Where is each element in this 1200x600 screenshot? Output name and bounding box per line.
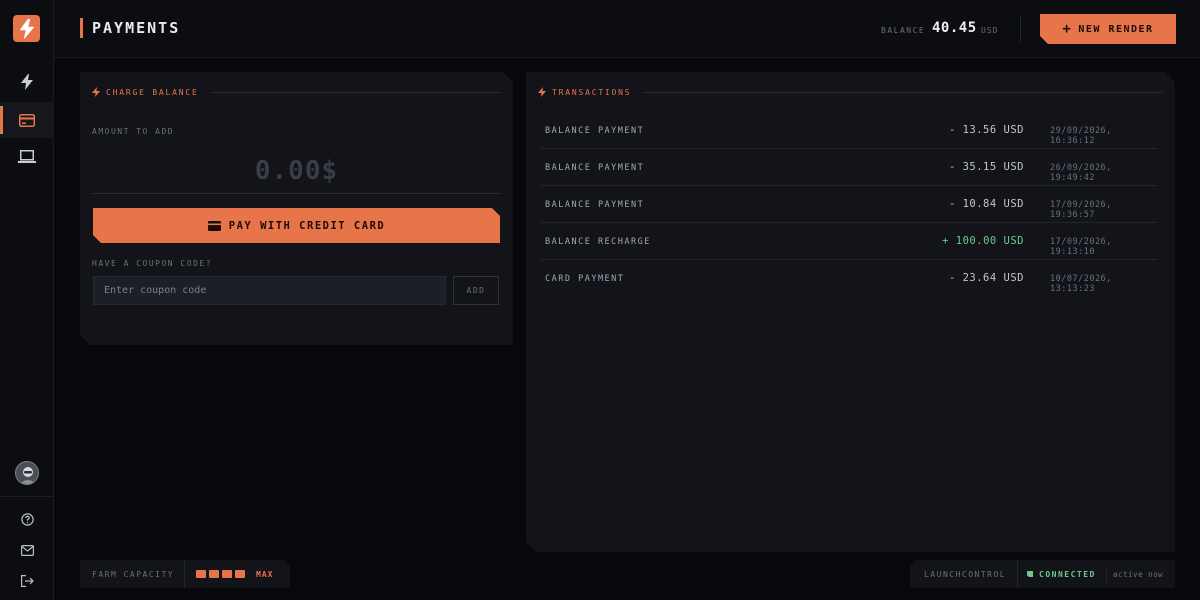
farm-capacity-label: FARM CAPACITY (92, 570, 175, 579)
farm-capacity-meter (196, 570, 245, 578)
amount-input[interactable]: 0.00$ (80, 156, 513, 186)
amount-divider (92, 193, 501, 194)
status-divider (1106, 566, 1107, 582)
new-render-button[interactable]: + NEW RENDER (1040, 14, 1176, 44)
amount-label: AMOUNT TO ADD (92, 127, 175, 136)
capacity-block (222, 570, 232, 578)
launchcontrol-label: LAUNCHCONTROL (924, 570, 1007, 579)
coupon-code-input[interactable] (93, 276, 446, 305)
transaction-date: 17/09/2026, 19:36:57 (1050, 200, 1112, 220)
transaction-amount: - 23.64 USD (948, 272, 1024, 284)
balance-value: 40.45 (932, 20, 977, 36)
credit-card-icon (19, 113, 35, 127)
page-title: PAYMENTS (92, 19, 181, 37)
connection-status: CONNECTED (1039, 570, 1096, 579)
transaction-row[interactable]: BALANCE PAYMENT - 13.56 USD 29/09/2026, … (540, 112, 1157, 149)
avatar[interactable] (15, 461, 39, 485)
transaction-type: BALANCE PAYMENT (545, 200, 645, 210)
transaction-amount: - 13.56 USD (948, 124, 1024, 136)
charge-balance-title: CHARGE BALANCE (106, 87, 199, 97)
transaction-type: CARD PAYMENT (545, 274, 625, 284)
transaction-row[interactable]: CARD PAYMENT - 23.64 USD 10/07/2026, 13:… (540, 260, 1157, 297)
transaction-row[interactable]: BALANCE PAYMENT - 10.84 USD 17/09/2026, … (540, 186, 1157, 223)
mail-icon (20, 544, 34, 556)
farm-capacity-widget: FARM CAPACITY MAX (80, 560, 290, 588)
add-coupon-button[interactable]: ADD (453, 276, 499, 305)
coupon-label: HAVE A COUPON CODE? (92, 259, 213, 268)
logout-button[interactable] (19, 573, 35, 589)
transaction-date: 26/09/2026, 19:49:42 (1050, 163, 1112, 183)
lightning-bolt-icon (19, 18, 35, 39)
capacity-block (196, 570, 206, 578)
transaction-date: 17/09/2026, 19:13:10 (1050, 237, 1112, 257)
transaction-date: 10/07/2026, 13:13:23 (1050, 274, 1112, 294)
capacity-block (209, 570, 219, 578)
logout-icon (20, 575, 34, 587)
transaction-amount: - 10.84 USD (948, 198, 1024, 210)
header-rule (211, 92, 501, 93)
farm-capacity-level: MAX (256, 570, 274, 579)
lightning-icon (538, 87, 546, 97)
header-divider (1020, 16, 1021, 42)
transaction-row[interactable]: BALANCE PAYMENT - 35.15 USD 26/09/2026, … (540, 149, 1157, 186)
charge-balance-panel: CHARGE BALANCE AMOUNT TO ADD 0.00$ PAY W… (80, 72, 513, 345)
transaction-row[interactable]: BALANCE RECHARGE + 100.00 USD 17/09/2026… (540, 223, 1157, 260)
balance-label: BALANCE (881, 26, 926, 35)
user-avatar-icon (16, 462, 38, 484)
plus-icon: + (1062, 21, 1073, 37)
balance-unit: USD (981, 26, 999, 35)
capacity-block (235, 570, 245, 578)
sidebar-item-machines[interactable] (0, 139, 54, 175)
lightning-icon (92, 87, 100, 97)
transaction-amount: + 100.00 USD (942, 235, 1024, 247)
transactions-title: TRANSACTIONS (552, 87, 632, 97)
sidebar-divider (0, 496, 54, 497)
transactions-list: BALANCE PAYMENT - 13.56 USD 29/09/2026, … (540, 112, 1157, 297)
connected-status-icon (1027, 571, 1033, 577)
sidebar-item-payments[interactable] (0, 102, 54, 138)
app-logo[interactable] (13, 15, 40, 42)
pay-button-label: PAY WITH CREDIT CARD (228, 219, 386, 232)
transaction-amount: - 35.15 USD (948, 161, 1024, 173)
transactions-panel: TRANSACTIONS BALANCE PAYMENT - 13.56 USD… (526, 72, 1175, 552)
title-accent-bar (80, 18, 83, 38)
transaction-type: BALANCE PAYMENT (545, 126, 645, 136)
sidebar (0, 0, 54, 600)
lightning-icon (21, 74, 33, 90)
transaction-type: BALANCE RECHARGE (545, 237, 651, 247)
connection-status-widget: LAUNCHCONTROL CONNECTED active now (910, 560, 1175, 588)
laptop-icon (18, 150, 36, 163)
top-header: PAYMENTS BALANCE 40.45 USD + NEW RENDER (54, 0, 1200, 58)
farm-divider (184, 560, 185, 588)
transaction-date: 29/09/2026, 16:36:12 (1050, 126, 1112, 146)
credit-card-icon (208, 221, 221, 231)
transaction-type: BALANCE PAYMENT (545, 163, 645, 173)
charge-balance-header: CHARGE BALANCE (92, 86, 501, 98)
status-divider (1017, 560, 1018, 588)
status-time: active now (1113, 570, 1164, 579)
mail-button[interactable] (19, 542, 35, 558)
help-icon (20, 512, 34, 526)
help-button[interactable] (19, 511, 35, 527)
header-rule (643, 92, 1163, 93)
new-render-label: NEW RENDER (1078, 23, 1154, 35)
transactions-header: TRANSACTIONS (538, 86, 1163, 98)
sidebar-item-renders[interactable] (0, 64, 54, 100)
pay-with-credit-card-button[interactable]: PAY WITH CREDIT CARD (93, 208, 500, 243)
